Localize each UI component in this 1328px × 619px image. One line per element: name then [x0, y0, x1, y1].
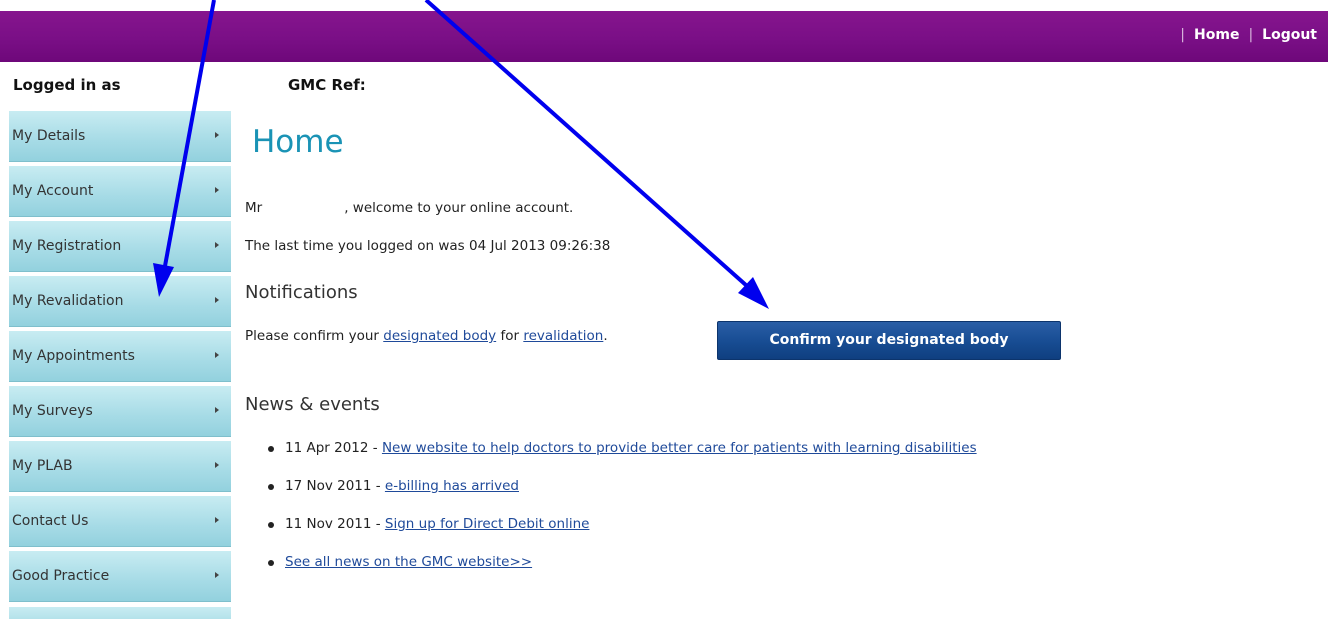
- confirm-designated-body-button[interactable]: Confirm your designated body: [717, 321, 1061, 360]
- welcome-prefix: Mr: [245, 200, 263, 216]
- news-link[interactable]: e-billing has arrived: [385, 478, 519, 494]
- sidebar-item-my-account[interactable]: My Account: [9, 166, 231, 217]
- sidebar-item-label: My Details: [12, 128, 86, 144]
- chevron-right-icon: [215, 517, 219, 523]
- bullet-icon: [268, 522, 274, 528]
- all-news-link[interactable]: See all news on the GMC website>>: [285, 554, 532, 570]
- bullet-icon: [268, 484, 274, 490]
- news-list: 11 Apr 2012 - New website to help doctor…: [268, 440, 977, 592]
- sidebar-item-my-revalidation[interactable]: My Revalidation: [9, 276, 231, 327]
- chevron-right-icon: [215, 242, 219, 248]
- sidebar-item-label: My Surveys: [12, 403, 93, 419]
- news-link[interactable]: Sign up for Direct Debit online: [385, 516, 590, 532]
- sidebar-item-my-details[interactable]: My Details: [9, 111, 231, 162]
- chevron-right-icon: [215, 462, 219, 468]
- sidebar-item-my-plab[interactable]: My PLAB: [9, 441, 231, 492]
- notification-text-suffix: .: [603, 328, 608, 344]
- revalidation-link[interactable]: revalidation: [523, 328, 603, 344]
- nav-home-link[interactable]: Home: [1194, 27, 1239, 43]
- welcome-message: Mr , welcome to your online account.: [245, 200, 573, 216]
- sidebar-item-my-registration[interactable]: My Registration: [9, 221, 231, 272]
- chevron-right-icon: [215, 297, 219, 303]
- bullet-icon: [268, 446, 274, 452]
- header-bar: | Home | Logout: [0, 11, 1328, 62]
- logged-in-label: Logged in as: [13, 76, 121, 94]
- gmc-ref-label: GMC Ref:: [288, 76, 366, 94]
- sidebar-item-good-practice[interactable]: Good Practice: [9, 551, 231, 602]
- nav-separator: |: [1248, 27, 1254, 43]
- last-logon-text: The last time you logged on was 04 Jul 2…: [245, 238, 611, 254]
- sidebar-item-label: My PLAB: [12, 458, 73, 474]
- chevron-right-icon: [215, 187, 219, 193]
- designated-body-link[interactable]: designated body: [383, 328, 496, 344]
- annotation-arrowhead: [738, 277, 769, 309]
- news-date: 11 Apr 2012 -: [285, 440, 382, 456]
- news-item: 17 Nov 2011 - e-billing has arrived: [268, 478, 977, 516]
- notification-text-mid: for: [496, 328, 524, 344]
- sidebar-item-partial: [9, 607, 231, 619]
- sidebar-item-my-surveys[interactable]: My Surveys: [9, 386, 231, 437]
- chevron-right-icon: [215, 132, 219, 138]
- sidebar-item-label: My Revalidation: [12, 293, 124, 309]
- sidebar-menu: My Details My Account My Registration My…: [9, 111, 231, 606]
- nav-logout-link[interactable]: Logout: [1262, 27, 1317, 43]
- sidebar-item-label: Good Practice: [12, 568, 110, 584]
- news-item: See all news on the GMC website>>: [268, 554, 977, 592]
- page-title: Home: [252, 124, 344, 160]
- news-date: 11 Nov 2011 -: [285, 516, 385, 532]
- sidebar-item-label: My Appointments: [12, 348, 135, 364]
- top-nav: | Home | Logout: [1171, 27, 1317, 43]
- chevron-right-icon: [215, 407, 219, 413]
- news-link[interactable]: New website to help doctors to provide b…: [382, 440, 977, 456]
- news-heading: News & events: [245, 394, 380, 415]
- news-item: 11 Nov 2011 - Sign up for Direct Debit o…: [268, 516, 977, 554]
- news-date: 17 Nov 2011 -: [285, 478, 385, 494]
- notification-text-prefix: Please confirm your: [245, 328, 384, 344]
- sidebar-item-label: My Account: [12, 183, 94, 199]
- bullet-icon: [268, 560, 274, 566]
- notification-message: Please confirm your designated body for …: [245, 328, 608, 344]
- sidebar-item-contact-us[interactable]: Contact Us: [9, 496, 231, 547]
- chevron-right-icon: [215, 572, 219, 578]
- chevron-right-icon: [215, 352, 219, 358]
- nav-separator: |: [1180, 27, 1186, 43]
- notifications-heading: Notifications: [245, 282, 358, 303]
- sidebar-item-my-appointments[interactable]: My Appointments: [9, 331, 231, 382]
- sidebar-item-label: Contact Us: [12, 513, 89, 529]
- sidebar-item-label: My Registration: [12, 238, 122, 254]
- welcome-suffix: , welcome to your online account.: [344, 200, 574, 216]
- news-item: 11 Apr 2012 - New website to help doctor…: [268, 440, 977, 478]
